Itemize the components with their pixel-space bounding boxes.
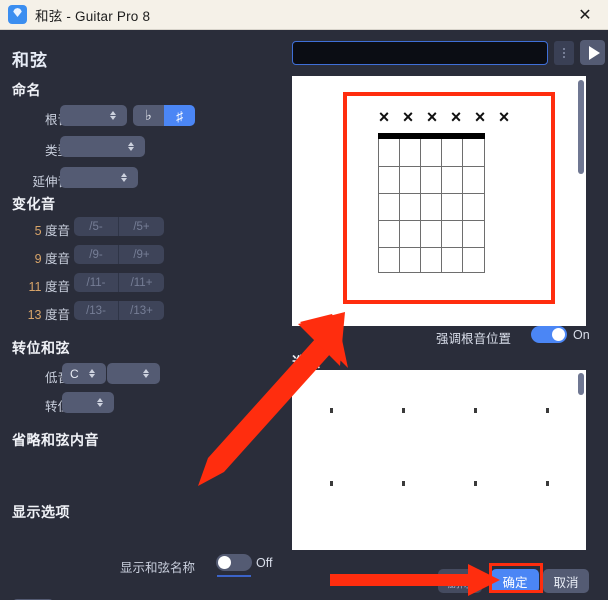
- bass-note-select[interactable]: C: [62, 363, 106, 384]
- variation-marker[interactable]: [330, 408, 333, 413]
- diagram-panel-scrollbar[interactable]: [578, 80, 584, 174]
- variation-marker[interactable]: [330, 481, 333, 486]
- alteration-group-11: /11- /11+: [74, 273, 164, 292]
- guitar-pick-icon: [8, 5, 27, 24]
- play-icon[interactable]: [580, 40, 605, 65]
- alteration-label-5: 5 度音: [34, 224, 70, 238]
- chevron-updown-icon: [84, 369, 100, 378]
- string-line: [441, 139, 442, 273]
- emphasize-root-toggle[interactable]: [531, 326, 567, 343]
- chevron-updown-icon: [116, 173, 132, 182]
- chord-type-select[interactable]: [60, 136, 145, 157]
- variation-marker[interactable]: [546, 481, 549, 486]
- emphasize-root-label: 强调根音位置: [436, 332, 512, 346]
- section-alterations-heading: 变化音: [12, 196, 56, 212]
- ok-button[interactable]: 确定: [491, 569, 539, 593]
- mute-marker: ×: [474, 107, 486, 127]
- inversion-select[interactable]: [62, 392, 114, 413]
- section-inversion-heading: 转位和弦: [12, 340, 70, 356]
- variation-marker[interactable]: [474, 481, 477, 486]
- mute-marker: ×: [402, 107, 414, 127]
- toggle-knob: [552, 328, 565, 341]
- cancel-button[interactable]: 取消: [543, 569, 589, 593]
- fret-line: [378, 193, 485, 194]
- show-chord-name-toggle[interactable]: [216, 554, 252, 571]
- sharp-button[interactable]: ♯: [164, 105, 195, 126]
- nut: [378, 133, 485, 139]
- chord-dialog-window: 和弦 - Guitar Pro 8 ✕ 和弦 命名 根音 ♭ ♯ 类型 延伸音: [0, 0, 608, 600]
- alteration-11-sharp-button[interactable]: /11+: [119, 273, 164, 292]
- variation-marker[interactable]: [474, 408, 477, 413]
- alteration-group-13: /13- /13+: [74, 301, 164, 320]
- fret-line: [378, 247, 485, 248]
- dialog-body: 和弦 命名 根音 ♭ ♯ 类型 延伸音 变化音 5 度音 /5- /5+ 9 度…: [0, 30, 608, 600]
- extension-select[interactable]: [60, 167, 138, 188]
- show-chord-name-state: Off: [256, 556, 273, 570]
- chord-variations-panel: [292, 370, 586, 550]
- chord-search-bar: [292, 40, 605, 65]
- chord-diagram[interactable]: × × × × × ×: [344, 108, 534, 294]
- accidental-group: ♭ ♯: [133, 105, 195, 126]
- bass-note-value: C: [70, 366, 79, 381]
- alteration-13-flat-button[interactable]: /13-: [74, 301, 119, 320]
- emphasize-root-state: On: [573, 328, 590, 342]
- string-line: [484, 139, 485, 273]
- section-display-heading: 显示选项: [12, 504, 70, 520]
- root-note-select[interactable]: [60, 105, 127, 126]
- section-naming-heading: 命名: [12, 82, 41, 98]
- alteration-9-sharp-button[interactable]: /9+: [119, 245, 164, 264]
- variations-panel-scrollbar[interactable]: [578, 373, 584, 395]
- focus-underline: [217, 575, 251, 577]
- fret-line: [378, 220, 485, 221]
- alteration-9-flat-button[interactable]: /9-: [74, 245, 119, 264]
- chevron-updown-icon: [123, 142, 139, 151]
- variation-marker[interactable]: [402, 408, 405, 413]
- window-title: 和弦 - Guitar Pro 8: [35, 8, 151, 24]
- section-omit-heading: 省略和弦内音: [12, 432, 99, 448]
- variation-marker[interactable]: [402, 481, 405, 486]
- mute-marker: ×: [426, 107, 438, 127]
- right-preview-column: × × × × × × 强调根音位置 On 选取 删除 确定 取消: [288, 30, 608, 600]
- fretboard-grid[interactable]: [378, 133, 485, 273]
- bass-accidental-select[interactable]: [107, 363, 160, 384]
- string-line: [399, 139, 400, 273]
- mute-marker: ×: [498, 107, 510, 127]
- alteration-label-11: 11 度音: [28, 280, 70, 294]
- chevron-updown-icon: [105, 111, 121, 120]
- show-chord-name-label: 显示和弦名称: [120, 561, 196, 575]
- string-line: [378, 139, 379, 273]
- chord-diagram-panel: × × × × × ×: [292, 76, 586, 326]
- alteration-11-flat-button[interactable]: /11-: [74, 273, 119, 292]
- fret-line: [378, 272, 485, 273]
- flat-button[interactable]: ♭: [133, 105, 164, 126]
- mute-marker: ×: [378, 107, 390, 127]
- string-line: [462, 139, 463, 273]
- chevron-updown-icon: [138, 369, 154, 378]
- delete-button[interactable]: 删除: [438, 569, 482, 593]
- more-options-icon[interactable]: [554, 40, 574, 65]
- close-icon[interactable]: ✕: [562, 0, 608, 30]
- page-title: 和弦: [12, 51, 48, 70]
- alteration-13-sharp-button[interactable]: /13+: [119, 301, 164, 320]
- selection-heading: 选取: [292, 354, 320, 370]
- fret-line: [378, 166, 485, 167]
- alteration-5-flat-button[interactable]: /5-: [74, 217, 119, 236]
- chevron-updown-icon: [92, 398, 108, 407]
- toggle-knob: [218, 556, 231, 569]
- alteration-group-5: /5- /5+: [74, 217, 164, 236]
- variation-marker[interactable]: [546, 408, 549, 413]
- alteration-group-9: /9- /9+: [74, 245, 164, 264]
- muted-string-markers: × × × × × ×: [372, 108, 516, 126]
- chord-search-input[interactable]: [292, 40, 548, 65]
- alteration-label-9: 9 度音: [34, 252, 70, 266]
- string-line: [420, 139, 421, 273]
- left-settings-column: 和弦 命名 根音 ♭ ♯ 类型 延伸音 变化音 5 度音 /5- /5+ 9 度…: [0, 30, 288, 600]
- alteration-label-13: 13 度音: [27, 308, 70, 322]
- window-titlebar: 和弦 - Guitar Pro 8 ✕: [0, 0, 608, 30]
- mute-marker: ×: [450, 107, 462, 127]
- alteration-5-sharp-button[interactable]: /5+: [119, 217, 164, 236]
